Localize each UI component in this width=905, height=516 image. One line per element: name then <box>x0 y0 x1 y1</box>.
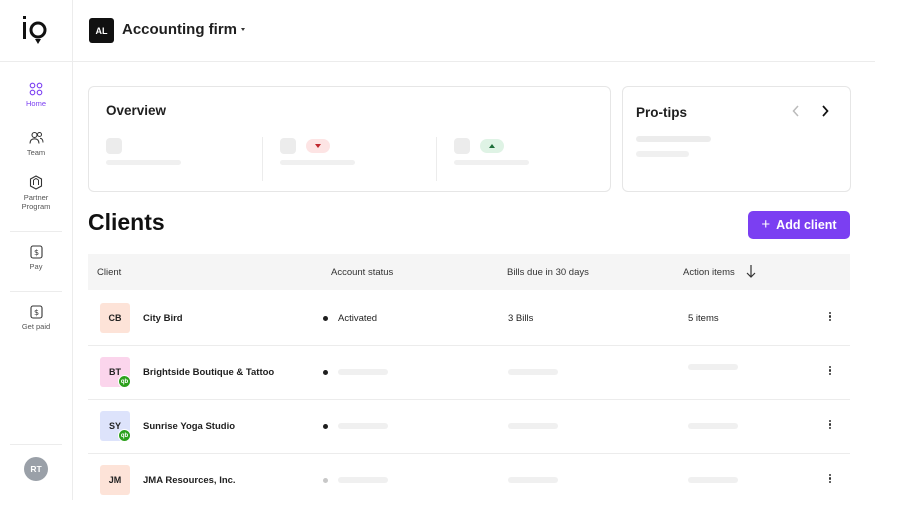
client-initials: SY <box>108 421 121 431</box>
more-options-icon[interactable] <box>824 364 836 380</box>
client-avatar: BT qb <box>100 357 131 388</box>
metric-placeholder <box>106 138 122 154</box>
clients-table-header: Client Account status Bills due in 30 da… <box>88 254 850 290</box>
bills-due: 3 Bills <box>508 313 534 324</box>
protips-title: Pro-tips <box>636 105 688 120</box>
actions-placeholder <box>688 364 738 370</box>
arrow-down-icon[interactable] <box>746 264 756 279</box>
table-row[interactable]: BT qb Brightside Boutique & Tattoo <box>88 345 850 400</box>
partner-program-icon <box>29 175 43 190</box>
status-placeholder <box>338 369 388 375</box>
user-avatar[interactable]: RT <box>24 457 48 481</box>
trend-up-badge <box>480 139 504 153</box>
status-dot <box>323 478 328 483</box>
client-name[interactable]: Brightside Boutique & Tattoo <box>143 367 274 378</box>
tip-placeholder <box>636 136 711 142</box>
plus-icon: + <box>761 216 771 233</box>
status-placeholder <box>338 477 388 483</box>
metric-placeholder <box>454 138 470 154</box>
more-options-icon[interactable] <box>824 310 836 326</box>
client-avatar: SY qb <box>100 411 131 442</box>
firm-avatar: AL <box>89 18 114 43</box>
bills-placeholder <box>508 477 558 483</box>
table-row[interactable]: SY qb Sunrise Yoga Studio <box>88 399 850 454</box>
table-row[interactable]: CB City Bird Activated 3 Bills 5 items <box>88 291 850 346</box>
quickbooks-icon: qb <box>118 429 131 442</box>
more-options-icon[interactable] <box>824 418 836 434</box>
sidebar: Home Team Partner Program $ Pay $ Get pa <box>0 0 73 500</box>
metric-placeholder <box>280 138 296 154</box>
sidebar-item-label: Pay <box>29 262 43 271</box>
column-header-client[interactable]: Client <box>97 267 121 278</box>
sidebar-item-team[interactable]: Team <box>0 131 72 157</box>
firm-switcher[interactable]: Accounting firm <box>122 21 237 38</box>
metric-placeholder <box>106 160 181 165</box>
client-avatar: CB <box>100 303 130 333</box>
svg-text:$: $ <box>33 308 38 317</box>
bills-placeholder <box>508 369 558 375</box>
sidebar-item-partner-program[interactable]: Partner Program <box>0 175 72 211</box>
sidebar-item-home[interactable]: Home <box>0 82 72 108</box>
triangle-down-icon <box>315 144 321 148</box>
io-logo[interactable] <box>18 12 54 48</box>
pay-icon: $ <box>29 245 43 259</box>
account-status: Activated <box>338 313 378 324</box>
tip-placeholder <box>636 151 689 157</box>
overview-title: Overview <box>106 103 167 118</box>
sidebar-item-get-paid[interactable]: $ Get paid <box>0 305 72 331</box>
client-initials: BT <box>109 367 121 377</box>
home-grid-icon <box>29 82 43 96</box>
protips-card: Pro-tips <box>622 86 851 192</box>
sidebar-item-pay[interactable]: $ Pay <box>0 245 72 271</box>
bills-placeholder <box>508 423 558 429</box>
action-items: 5 items <box>688 313 719 324</box>
trend-down-badge <box>306 139 330 153</box>
client-name[interactable]: JMA Resources, Inc. <box>143 475 236 486</box>
triangle-up-icon <box>489 144 495 148</box>
status-dot <box>323 370 328 375</box>
add-client-label: Add client <box>776 218 837 232</box>
table-row[interactable]: JM JMA Resources, Inc. <box>88 453 850 500</box>
actions-placeholder <box>688 477 738 483</box>
client-avatar: JM <box>100 465 130 495</box>
more-options-icon[interactable] <box>824 472 836 488</box>
client-name[interactable]: Sunrise Yoga Studio <box>143 421 235 432</box>
top-bar: AL Accounting firm <box>73 0 875 62</box>
quickbooks-icon: qb <box>118 375 131 388</box>
metric-placeholder <box>280 160 355 165</box>
client-name[interactable]: City Bird <box>143 313 183 324</box>
status-placeholder <box>338 423 388 429</box>
column-header-action-items[interactable]: Action items <box>683 267 735 278</box>
add-client-button[interactable]: + Add client <box>748 211 850 239</box>
chevron-right-icon[interactable] <box>821 105 829 117</box>
sidebar-item-label: Home <box>25 99 46 108</box>
column-header-account-status[interactable]: Account status <box>331 267 393 278</box>
svg-text:$: $ <box>33 248 38 257</box>
get-paid-icon: $ <box>29 305 43 319</box>
status-dot <box>323 424 328 429</box>
sidebar-item-label: Team <box>26 148 46 157</box>
overview-card: Overview <box>88 86 611 192</box>
sidebar-item-label: Get paid <box>21 322 51 331</box>
caret-down-icon[interactable] <box>241 28 245 31</box>
chevron-left-icon[interactable] <box>792 105 800 117</box>
sidebar-item-label: Partner Program <box>21 193 51 211</box>
clients-title: Clients <box>88 209 165 235</box>
metric-placeholder <box>454 160 529 165</box>
status-dot <box>323 316 328 321</box>
actions-placeholder <box>688 423 738 429</box>
team-icon <box>28 131 43 144</box>
column-header-bills-due[interactable]: Bills due in 30 days <box>507 267 589 278</box>
